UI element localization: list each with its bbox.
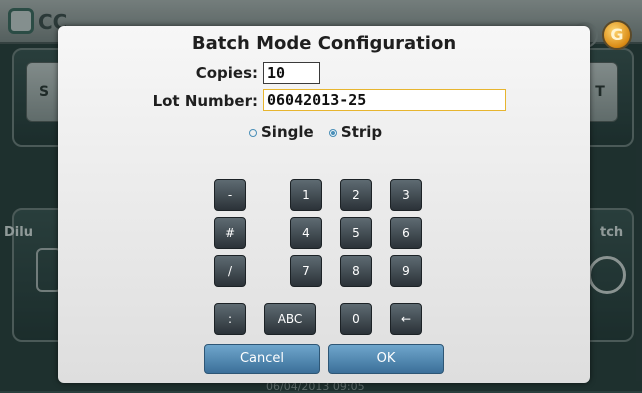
radio-strip-indicator [328, 128, 337, 137]
key-7[interactable]: 7 [290, 255, 322, 287]
copies-input[interactable]: 10 [263, 62, 320, 84]
lot-number-input[interactable]: 06042013-25 [263, 89, 506, 111]
key-1[interactable]: 1 [290, 179, 322, 211]
key-dash[interactable]: - [214, 179, 246, 211]
key-6[interactable]: 6 [390, 217, 422, 249]
key-2[interactable]: 2 [340, 179, 372, 211]
radio-strip[interactable]: Strip [328, 123, 383, 141]
key-colon[interactable]: : [214, 303, 246, 335]
key-0[interactable]: 0 [340, 303, 372, 335]
radio-strip-label: Strip [340, 123, 383, 141]
key-4[interactable]: 4 [290, 217, 322, 249]
batch-mode-dialog: Batch Mode Configuration Copies: 10 Lot … [58, 26, 590, 383]
key-abc[interactable]: ABC [264, 303, 316, 335]
mode-radio-group: Single Strip [249, 123, 392, 141]
key-9[interactable]: 9 [390, 255, 422, 287]
radio-single-label: Single [261, 123, 314, 141]
radio-single[interactable]: Single [249, 123, 314, 141]
radio-single-indicator [249, 128, 257, 137]
dialog-title: Batch Mode Configuration [191, 33, 457, 54]
key-5[interactable]: 5 [340, 217, 372, 249]
key-3[interactable]: 3 [390, 179, 422, 211]
key-backspace[interactable]: ← [390, 303, 422, 335]
key-slash[interactable]: / [214, 255, 246, 287]
settings-gear-icon: G [602, 20, 632, 50]
ok-button[interactable]: OK [328, 344, 444, 374]
key-hash[interactable]: # [214, 217, 246, 249]
lot-number-label: Lot Number: [152, 92, 258, 110]
copies-label: Copies: [195, 64, 258, 82]
cancel-button[interactable]: Cancel [204, 344, 320, 374]
key-8[interactable]: 8 [340, 255, 372, 287]
